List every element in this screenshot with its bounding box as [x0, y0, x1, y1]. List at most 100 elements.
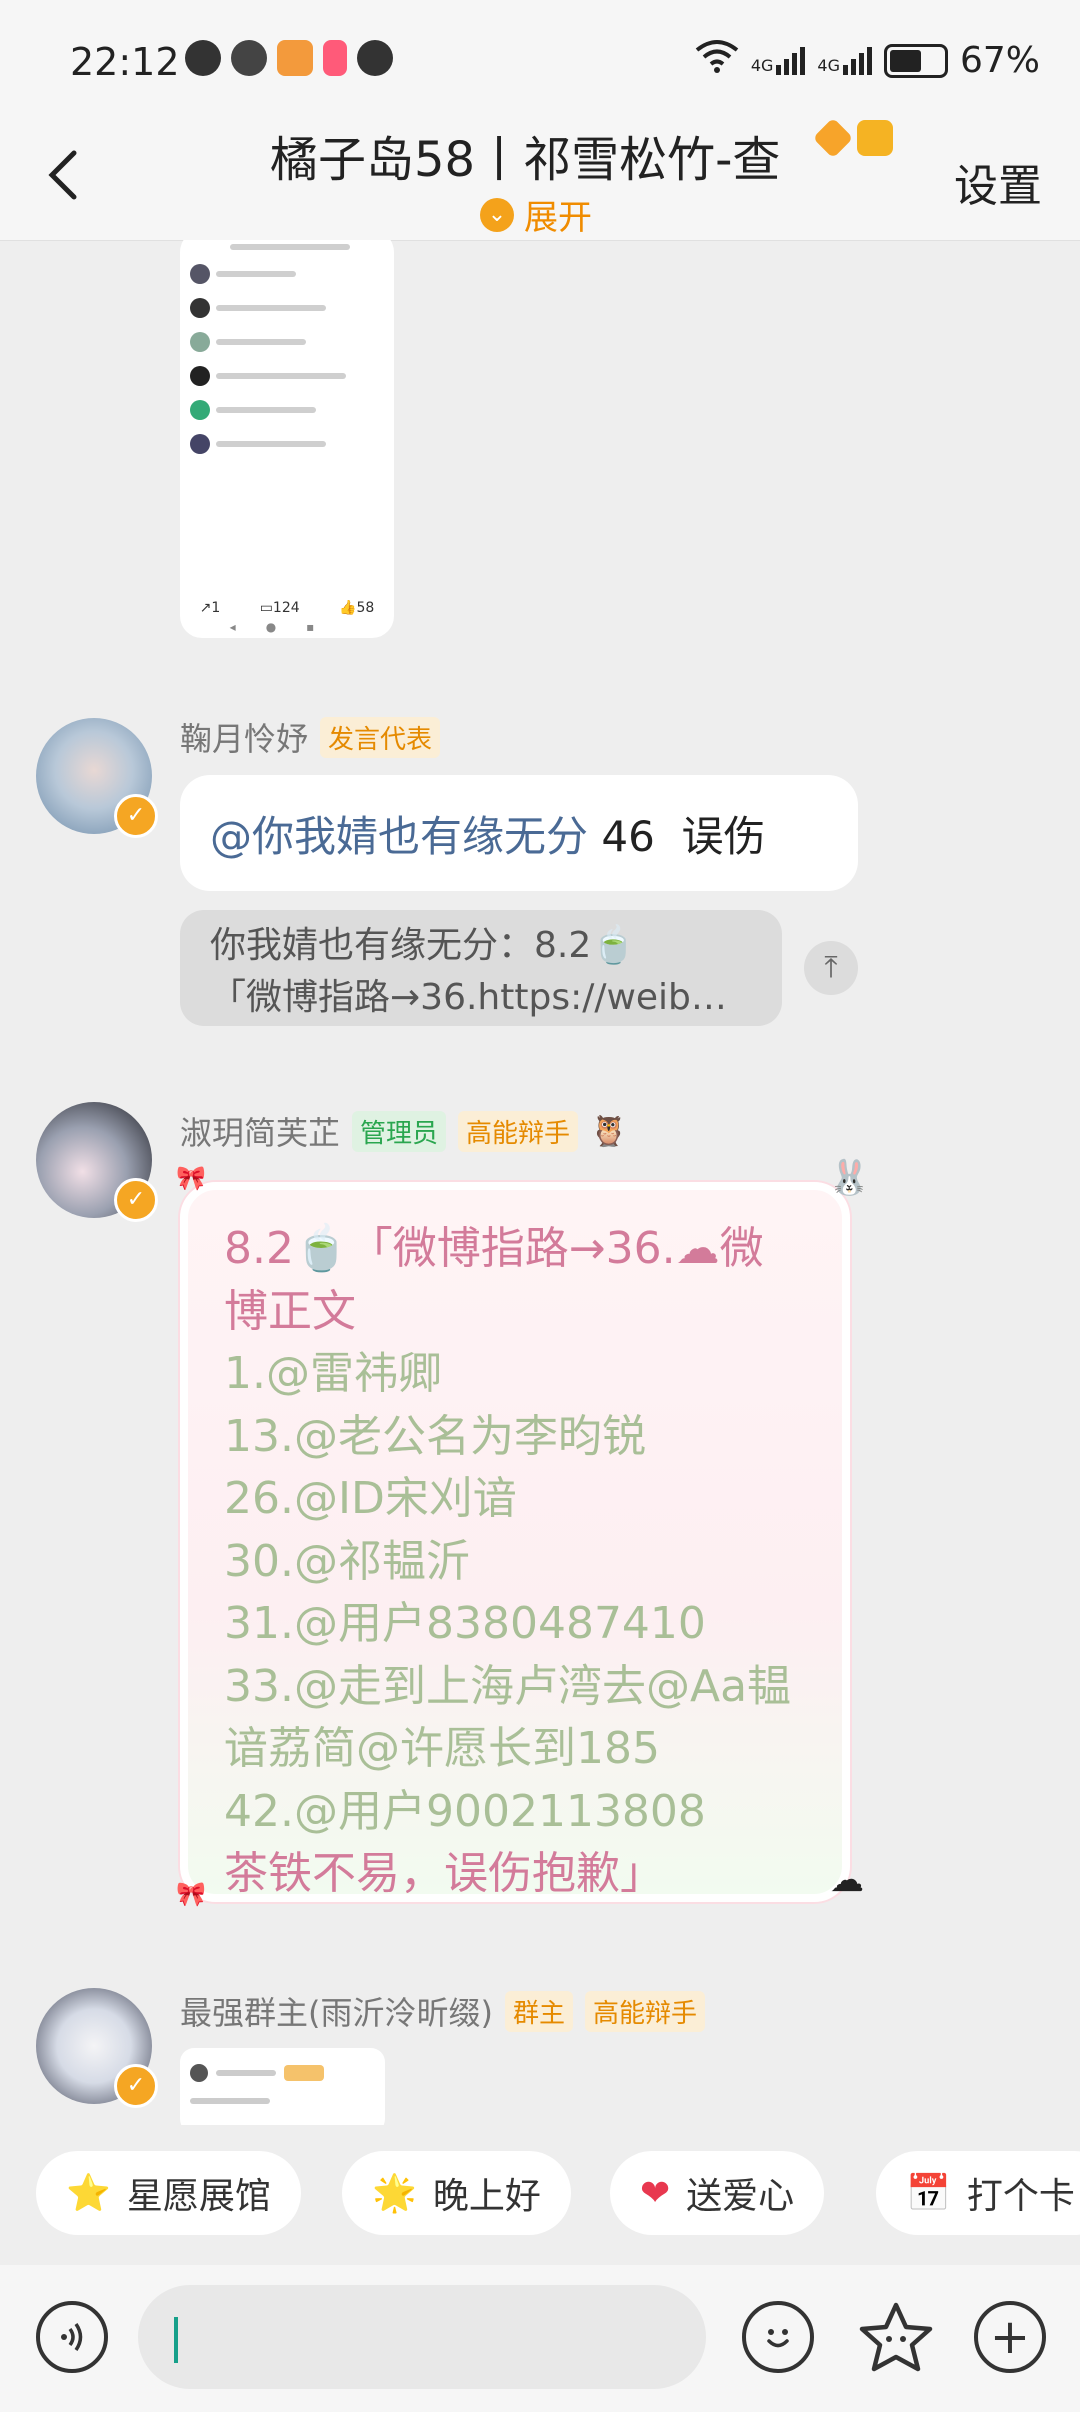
chip-label: 送爱心 [686, 2176, 795, 2217]
sender-label: 最强群主(雨沂泠昕缀) [180, 1994, 493, 2032]
admin-tag: 管理员 [352, 1110, 447, 1152]
card-line: 31.@用户8380487410 [224, 1598, 706, 1649]
shot-row [190, 244, 384, 250]
star-icon: ⭐ [66, 2173, 111, 2214]
message-text: 46 误伤 [588, 811, 766, 861]
sender-label: 鞠月怜妤 [180, 720, 309, 758]
settings-button[interactable]: 设置 [954, 150, 1042, 214]
quote-line: 「微博指路→36.https://weib… [210, 977, 727, 1018]
status-bar: 22:12 4G 4G 67% [0, 0, 1080, 120]
card-text: 8.2🍵「微博指路→36.☁微 博正文 1.@雷祎卿 13.@老公名为李昀锐 2… [224, 1218, 834, 1906]
network-type-1: 4G [750, 55, 774, 75]
wechat-icon [357, 40, 393, 76]
mute-icon [231, 40, 267, 76]
bow-deco-icon: 🎀 [176, 1164, 206, 1192]
chip-label: 晚上好 [432, 2176, 541, 2217]
expand-label: 展开 [524, 198, 592, 238]
quick-reply-chip[interactable]: 📅 打个卡 [876, 2151, 1080, 2235]
sender-name: 最强群主(雨沂泠昕缀) 群主 高能辩手 [180, 1988, 706, 2034]
sender-label: 淑玥简芙芷 [180, 1114, 341, 1152]
verified-badge-icon: ✓ [114, 794, 158, 838]
bow-deco-icon: 🎀 [176, 1880, 206, 1908]
chevron-down-icon: ⌄ [480, 197, 514, 232]
status-right: 4G 4G 67% [695, 38, 1040, 83]
star-face-icon: 🌟 [372, 2173, 417, 2214]
vip-badge-icon [857, 120, 893, 156]
image-message[interactable] [180, 2048, 385, 2125]
quick-reply-chip[interactable]: ⭐ 星愿展馆 [36, 2151, 301, 2235]
chat-messages[interactable]: ↗1 ▭124 👍58 ◂●▪ ✓ 鞠月怜妤 发言代表 @你我婧也有缘无分 46… [0, 240, 1080, 2125]
voice-icon[interactable] [36, 2301, 108, 2373]
card-line: 1.@雷祎卿 [224, 1348, 442, 1399]
shot-row [190, 434, 384, 454]
battery-icon [883, 43, 948, 78]
card-line: 谙荔简@许愿长到185 [224, 1723, 660, 1774]
card-line: 8.2🍵「微博指路→36.☁微 [224, 1223, 764, 1274]
music-icon [323, 40, 347, 76]
title-badges [812, 117, 893, 159]
jump-to-quote-icon[interactable]: ⤒ [804, 941, 858, 995]
member-tag: 发言代表 [320, 716, 441, 758]
heart-icon: ❤ [640, 2172, 671, 2214]
input-bar: + [0, 2265, 1080, 2412]
owl-icon: 🦉 [590, 1113, 628, 1149]
chat-title: 橘子岛58丨祁雪松竹-查 [270, 132, 781, 188]
expand-button[interactable]: ⌄ 展开 [480, 190, 592, 239]
back-icon[interactable] [36, 145, 96, 205]
quick-reply-chip[interactable]: ❤ 送爱心 [610, 2151, 825, 2235]
sender-name: 淑玥简芙芷 管理员 高能辩手 🦉 [180, 1108, 627, 1154]
sticker-star-icon[interactable] [856, 2299, 936, 2383]
shot-row [190, 264, 384, 284]
card-line: 42.@用户9002113808 [224, 1785, 706, 1837]
bunny-deco-icon: 🐰 [828, 1158, 871, 1198]
owner-tag: 群主 [504, 1990, 573, 2032]
mention-link[interactable]: @你我婧也有缘无分 [210, 803, 588, 864]
add-icon[interactable]: + [974, 2301, 1046, 2373]
card-line: 30.@祁韫沂 [224, 1535, 470, 1587]
card-line: 13.@老公名为李昀锐 [224, 1410, 646, 1462]
alarm-icon [185, 40, 221, 76]
quick-reply-chip[interactable]: 🌟 晚上好 [342, 2151, 571, 2235]
wifi-icon [695, 38, 739, 83]
app-notification-icon [277, 40, 313, 76]
quote-line: 你我婧也有缘无分：8.2🍵 [210, 925, 637, 966]
chat-header: 橘子岛58丨祁雪松竹-查 ⌄ 展开 设置 [0, 117, 1080, 241]
card-line: 茶铁不易，误伤抱歉」 [224, 1848, 664, 1899]
signal-icon-2: 4G [817, 46, 872, 75]
card-line: 33.@走到上海卢湾去@Aa韫 [224, 1660, 792, 1712]
battery-fill [889, 49, 921, 72]
quick-reply-bar: ⭐ 星愿展馆 🌟 晚上好 ❤ 送爱心 📅 打个卡 [0, 2125, 1080, 2265]
chip-label: 星愿展馆 [126, 2176, 271, 2217]
shot-nav: ◂●▪ [229, 620, 345, 634]
repost-count: ↗1 [199, 600, 221, 616]
message-bubble[interactable]: @你我婧也有缘无分 46 误伤 [180, 775, 858, 891]
shot-row [190, 366, 384, 386]
diamond-badge-icon [812, 117, 854, 159]
like-count: 👍58 [339, 600, 375, 616]
cloud-deco-icon: ☁ [830, 1860, 864, 1900]
shot-row [190, 298, 384, 318]
network-type-2: 4G [817, 55, 840, 75]
verified-badge-icon: ✓ [114, 1178, 158, 1222]
debater-tag: 高能辩手 [458, 1110, 579, 1152]
calendar-icon: 📅 [906, 2173, 951, 2214]
comment-count: ▭124 [259, 600, 300, 616]
shot-row [190, 400, 384, 420]
emoji-icon[interactable] [742, 2301, 814, 2373]
card-line: 26.@ID宋刈谙 [224, 1473, 517, 1524]
signal-icon-1: 4G [750, 46, 806, 75]
battery-percent: 67% [959, 40, 1040, 81]
sender-name: 鞠月怜妤 发言代表 [180, 714, 441, 760]
shot-footer: ↗1 ▭124 👍58 [180, 600, 394, 616]
screenshot-image-message[interactable]: ↗1 ▭124 👍58 ◂●▪ [180, 240, 394, 638]
card-line: 博正文 [224, 1285, 356, 1337]
decorated-message-card[interactable]: 8.2🍵「微博指路→36.☁微 博正文 1.@雷祎卿 13.@老公名为李昀锐 2… [180, 1182, 850, 1902]
chip-label: 打个卡 [966, 2176, 1075, 2217]
shot-row [190, 332, 384, 352]
text-caret [174, 2317, 178, 2363]
message-input[interactable] [138, 2285, 706, 2389]
status-time: 22:12 [70, 40, 180, 84]
verified-badge-icon: ✓ [114, 2064, 158, 2108]
status-notification-icons [185, 40, 393, 76]
quoted-message[interactable]: 你我婧也有缘无分：8.2🍵 「微博指路→36.https://weib… [180, 910, 782, 1026]
